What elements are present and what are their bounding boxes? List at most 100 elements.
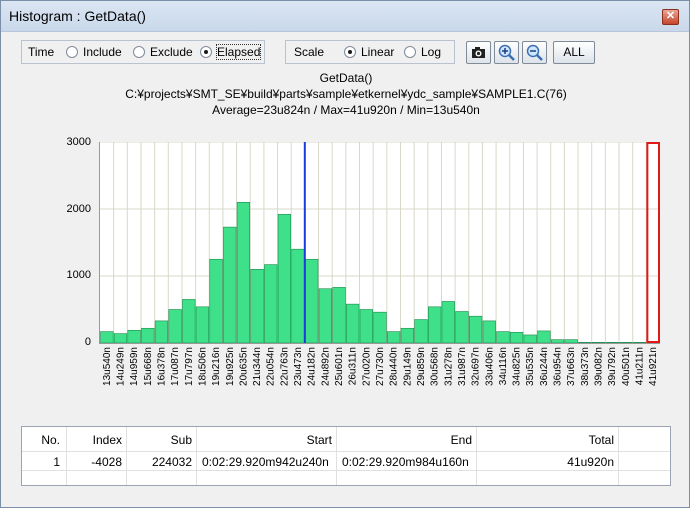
- x-tick-label: 21u344n: [252, 347, 263, 386]
- time-exclude-label[interactable]: Exclude: [150, 45, 193, 59]
- histogram-bar[interactable]: [250, 269, 264, 343]
- scale-group: Scale Linear Log: [285, 40, 455, 64]
- stats-line: Average=23u824n / Max=41u920n / Min=13u5…: [212, 103, 480, 117]
- histogram-bar[interactable]: [141, 327, 155, 343]
- histogram-bar[interactable]: [400, 327, 414, 343]
- x-tick-label: 37u663n: [566, 347, 577, 386]
- histogram-window: Histogram : GetData() ✕ Time Include Exc…: [0, 0, 690, 508]
- close-icon[interactable]: ✕: [662, 9, 679, 25]
- selected-bin-highlight[interactable]: [646, 142, 660, 343]
- zoom-in-icon: [498, 44, 515, 61]
- window-title: Histogram : GetData(): [9, 8, 146, 24]
- histogram-bar[interactable]: [113, 333, 128, 343]
- camera-icon: [472, 47, 485, 58]
- histogram-bar[interactable]: [100, 331, 114, 343]
- scale-linear-label[interactable]: Linear: [361, 45, 394, 59]
- header-divider: [22, 451, 670, 452]
- time-elapsed-label[interactable]: Elapsed: [215, 44, 262, 60]
- histogram-bar[interactable]: [277, 214, 292, 343]
- x-tick-label: 16u378n: [156, 347, 167, 386]
- time-elapsed-radio[interactable]: [200, 46, 212, 58]
- histogram-bar[interactable]: [509, 331, 524, 343]
- column-header-end[interactable]: End: [451, 433, 472, 447]
- x-tick-label: 36u244n: [539, 347, 550, 386]
- time-group: Time Include Exclude Elapsed: [21, 40, 265, 64]
- histogram-plot[interactable]: [99, 142, 660, 344]
- column-header-sub[interactable]: Sub: [171, 433, 192, 447]
- histogram-bar[interactable]: [168, 309, 182, 344]
- x-tick-label: 17u797n: [184, 347, 195, 386]
- all-button[interactable]: ALL: [553, 41, 595, 64]
- histogram-bar[interactable]: [414, 319, 428, 343]
- scale-linear-radio[interactable]: [344, 46, 356, 58]
- histogram-bar[interactable]: [387, 331, 401, 343]
- scale-log-label[interactable]: Log: [421, 45, 441, 59]
- histogram-bar[interactable]: [291, 248, 305, 343]
- x-tick-label: 24u182n: [307, 347, 318, 386]
- x-tick-label: 39u792n: [607, 347, 618, 386]
- x-tick-label: 35u535n: [525, 347, 536, 386]
- cell-sub[interactable]: 224032: [152, 455, 192, 469]
- histogram-bar[interactable]: [236, 201, 251, 343]
- histogram-bar[interactable]: [305, 258, 319, 343]
- x-tick-label: 27u020n: [361, 347, 372, 386]
- histogram-bar[interactable]: [496, 331, 510, 343]
- histogram-bar[interactable]: [223, 226, 237, 343]
- histogram-bar[interactable]: [154, 320, 169, 343]
- scale-label: Scale: [294, 45, 325, 59]
- x-tick-label: 34u116n: [498, 347, 509, 385]
- histogram-bar[interactable]: [209, 258, 223, 343]
- cell-no[interactable]: 1: [53, 455, 60, 469]
- time-include-radio[interactable]: [66, 46, 78, 58]
- histogram-bar[interactable]: [455, 311, 469, 343]
- column-divider: [66, 427, 67, 485]
- zoom-in-button[interactable]: [494, 41, 519, 64]
- x-tick-label: 34u825n: [512, 347, 523, 386]
- x-tick-label: 15u668n: [143, 347, 154, 386]
- histogram-bar[interactable]: [127, 329, 141, 343]
- cell-index[interactable]: -4028: [91, 455, 122, 469]
- histogram-bar[interactable]: [373, 311, 387, 343]
- scale-log-radio[interactable]: [404, 46, 416, 58]
- histogram-bar[interactable]: [441, 301, 455, 343]
- histogram-bar[interactable]: [523, 334, 537, 343]
- time-exclude-radio[interactable]: [133, 46, 145, 58]
- histogram-bar[interactable]: [537, 330, 551, 343]
- x-tick-label: 39u082n: [594, 347, 605, 386]
- zoom-out-button[interactable]: [522, 41, 547, 64]
- histogram-bar[interactable]: [428, 306, 442, 343]
- camera-button[interactable]: [466, 41, 491, 64]
- column-header-no[interactable]: No.: [41, 433, 60, 447]
- x-tick-label: 19u925n: [225, 347, 236, 386]
- row-divider: [22, 470, 670, 471]
- x-tick-label: 22u763n: [279, 347, 290, 386]
- column-divider: [196, 427, 197, 485]
- x-tick-label: 19u216n: [211, 347, 222, 386]
- histogram-bar[interactable]: [346, 303, 360, 343]
- histogram-bar[interactable]: [195, 306, 210, 343]
- histogram-bar[interactable]: [318, 288, 332, 343]
- time-label: Time: [28, 45, 55, 59]
- histogram-bar[interactable]: [264, 264, 278, 343]
- cell-total[interactable]: 41u920n: [567, 455, 614, 469]
- cell-end[interactable]: 0:02:29.920m984u160n: [342, 455, 469, 469]
- results-table[interactable]: No. Index Sub Start End Total 1 -4028 22…: [21, 426, 671, 486]
- histogram-bar[interactable]: [468, 315, 483, 343]
- x-tick-label: 26u311n: [348, 347, 359, 385]
- column-header-total[interactable]: Total: [589, 433, 614, 447]
- cell-start[interactable]: 0:02:29.920m942u240n: [202, 455, 329, 469]
- title-bar[interactable]: Histogram : GetData() ✕: [1, 1, 689, 32]
- column-header-index[interactable]: Index: [93, 433, 122, 447]
- histogram-bar[interactable]: [482, 320, 496, 343]
- x-tick-label: 22u054n: [266, 347, 277, 386]
- histogram-bar[interactable]: [182, 299, 196, 343]
- column-header-start[interactable]: Start: [307, 433, 332, 447]
- histogram-bar[interactable]: [359, 309, 373, 344]
- y-tick-label: 1000: [66, 269, 91, 281]
- x-tick-label: 29u859n: [416, 347, 427, 386]
- time-include-label[interactable]: Include: [83, 45, 122, 59]
- histogram-bar[interactable]: [332, 287, 346, 343]
- x-tick-label: 41u211n: [635, 347, 646, 385]
- x-tick-label: 41u921n: [648, 347, 659, 386]
- x-tick-label: 31u278n: [443, 347, 454, 386]
